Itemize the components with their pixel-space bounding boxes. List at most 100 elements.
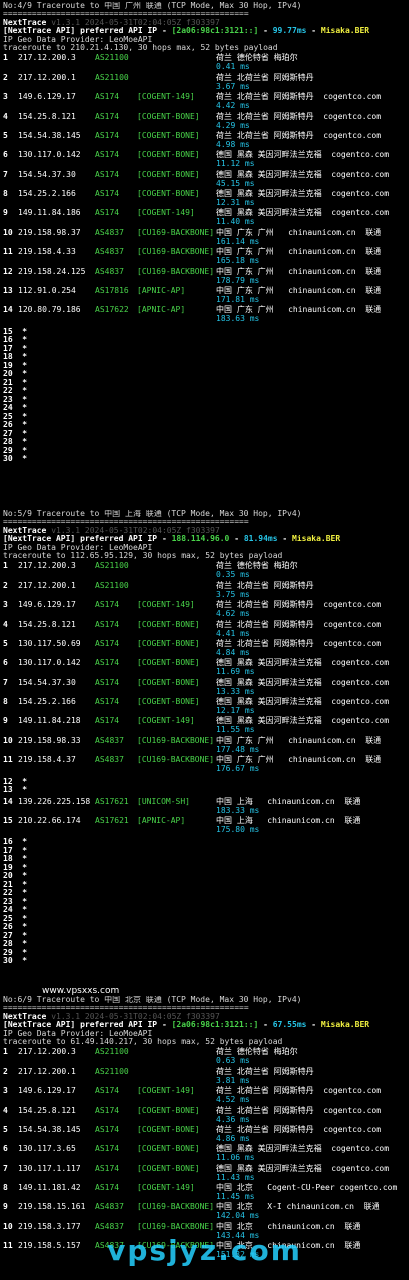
hop-latency: 3.67 ms [216,81,250,91]
timeout-row: 28 * [3,437,28,447]
hop-row: 12 219.158.24.125 AS4837 [CU169-BACKBONE] 中国… [3,267,407,287]
hop-asn: AS4837 [95,227,124,237]
hop-geo: 荷兰 北荷兰省 阿姆斯特丹 cogentco.com [216,619,382,629]
hop-ip: 149.11.84.218 [18,716,81,726]
hop-tag: [COGENT-BONE] [137,150,200,160]
timeout-row: 21 * [3,879,28,889]
hop-tag: [COGENT-BONE] [137,111,200,121]
hop-tag: [COGENT-BONE] [137,677,200,687]
hop-asn: AS21100 [95,53,129,63]
hop-number: 11 [3,755,13,765]
hop-asn: AS174 [95,189,120,199]
timeout-row: 23 * [3,394,28,404]
timeout-row: 27 * [3,428,28,438]
hop-asn: AS174 [95,1124,120,1134]
hop-latency: 13.33 ms [216,686,255,696]
hop-ip: 154.54.38.145 [18,1124,81,1134]
hop-tag: [CU169-BACKBONE] [137,247,215,257]
hop-latency: 142.04 ms [216,1211,260,1221]
hop-number: 6 [3,658,8,668]
separator-line: ========================================… [3,1004,249,1013]
hop-tag: [COGENT-149] [137,208,195,218]
hop-row: 14 120.80.79.186 AS17622 [APNIC-AP] 中国 广东 广州… [3,306,407,325]
hop-row: 9 149.11.84.218 AS174 [COGENT-149] 德国 黑森 美因河… [3,717,407,736]
hop-asn: AS17816 [95,286,129,296]
hop-latency: 175.80 ms [216,825,260,835]
timeout-row: 26 * [3,420,28,430]
hop-ip: 120.80.79.186 [18,305,81,315]
hop-ip: 217.12.200.3 [18,53,76,63]
section-title: No:4/9 Traceroute to 中国 广州 联通 (TCP Mode,… [3,2,302,10]
timeout-row: 27 * [3,930,28,940]
hop-row: 7 154.54.37.30 AS174 [COGENT-BONE] 德国 黑森 美因河… [3,169,407,190]
hop-ip: 130.117.3.65 [18,1144,76,1154]
timeout-row: 19 * [3,862,28,872]
timeout-row: 19 * [3,360,28,370]
hop-latency: 177.48 ms [216,744,260,754]
hop-number: 5 [3,1124,8,1134]
timeout-row: 15 * [3,326,28,336]
hop-ip: 154.25.2.166 [18,189,76,199]
hop-asn: AS174 [95,1144,120,1154]
traceroute-line: traceroute to 210.21.4.130, 30 hops max,… [3,43,278,52]
hop-geo: 荷兰 北荷兰省 阿姆斯特丹 cogentco.com [216,111,382,121]
hop-ip: 154.25.8.121 [18,619,76,629]
hop-latency: 12.31 ms [216,198,255,208]
hop-ip: 130.117.1.117 [18,1163,81,1173]
hop-number: 8 [3,1183,8,1193]
geo-provider-line: IP Geo Data Provider: LeoMoeAPI [3,35,153,44]
hop-latency: 183.33 ms [216,805,260,815]
timeout-row: 20 * [3,871,28,881]
version-info: v1.3.1 2024-05-31T02:04:05Z f303397 [51,526,220,535]
hop-asn: AS174 [95,677,120,687]
hop-ip: 130.117.0.142 [18,150,81,160]
hop-row: 3 149.6.129.17 AS174 [COGENT-149] 荷兰 北荷兰省 阿姆… [3,92,407,112]
hop-ip: 219.158.3.177 [18,1221,81,1231]
api-line: [NextTrace API] preferred API IP - [2a06… [3,27,370,36]
hop-number: 4 [3,111,8,121]
hop-row: 6 130.117.0.142 AS174 [COGENT-BONE] 德国 黑森 美因… [3,658,407,678]
watermark-small: www.vpsxxs.com [42,986,120,996]
hop-tag: [COGENT-149] [137,92,195,102]
hop-number: 14 [3,305,13,315]
hop-asn: AS174 [95,600,120,610]
hop-asn: AS21100 [95,72,129,82]
geo-provider-line: IP Geo Data Provider: LeoMoeAPI [3,543,153,552]
hop-number: 4 [3,1105,8,1115]
hop-asn: AS174 [95,619,120,629]
hop-row: 6 130.117.3.65 AS174 [COGENT-BONE] 德国 黑森 美因河… [3,1144,407,1164]
hop-latency: 4.36 ms [216,1114,250,1124]
hop-ip: 217.12.200.1 [18,580,76,590]
hop-latency: 45.15 ms [216,178,255,188]
hop-asn: AS174 [95,1163,120,1173]
section-title: No:6/9 Traceroute to 中国 北京 联通 (TCP Mode,… [3,996,302,1004]
hop-row: 11 219.158.4.37 AS4837 [CU169-BACKBONE] 中国 广… [3,755,407,775]
hop-latency: 11.69 ms [216,667,255,677]
hop-tag: [CU169-BACKBONE] [137,1202,215,1212]
hop-ip: 219.158.15.161 [18,1202,86,1212]
timeout-row: 29 * [3,445,28,455]
hop-number: 7 [3,677,8,687]
hop-tag: [COGENT-BONE] [137,1105,200,1115]
hop-ip: 139.226.225.158 [18,796,91,806]
timeout-row: 25 * [3,913,28,923]
hop-tag: [COGENT-BONE] [137,1124,200,1134]
hop-number: 8 [3,189,8,199]
hop-asn: AS174 [95,658,120,668]
hop-latency: 4.29 ms [216,120,250,130]
hop-geo: 中国 广东 广州 chinaunicom.cn 联通 [216,227,382,237]
hop-latency: 11.06 ms [216,1153,255,1163]
hop-ip: 149.6.129.17 [18,1086,76,1096]
timeout-row: 13 * [3,785,28,795]
hop-ip: 219.158.98.37 [18,227,81,237]
hop-latency: 11.40 ms [216,217,255,227]
hop-row: 2 217.12.200.1 AS21100 荷兰 北荷兰省 阿姆斯特丹 3.75 ms [3,580,407,601]
hop-asn: AS174 [95,697,120,707]
hop-ip: 217.12.200.1 [18,1066,76,1076]
hop-asn: AS174 [95,169,120,179]
timeout-row: 17 * [3,343,28,353]
hop-ip: 219.158.4.33 [18,247,76,257]
traceroute-section: No:6/9 Traceroute to 中国 北京 联通 (TCP Mode,… [3,996,407,1262]
hop-latency: 0.41 ms [216,62,250,72]
hop-latency: 3.81 ms [216,1075,250,1085]
